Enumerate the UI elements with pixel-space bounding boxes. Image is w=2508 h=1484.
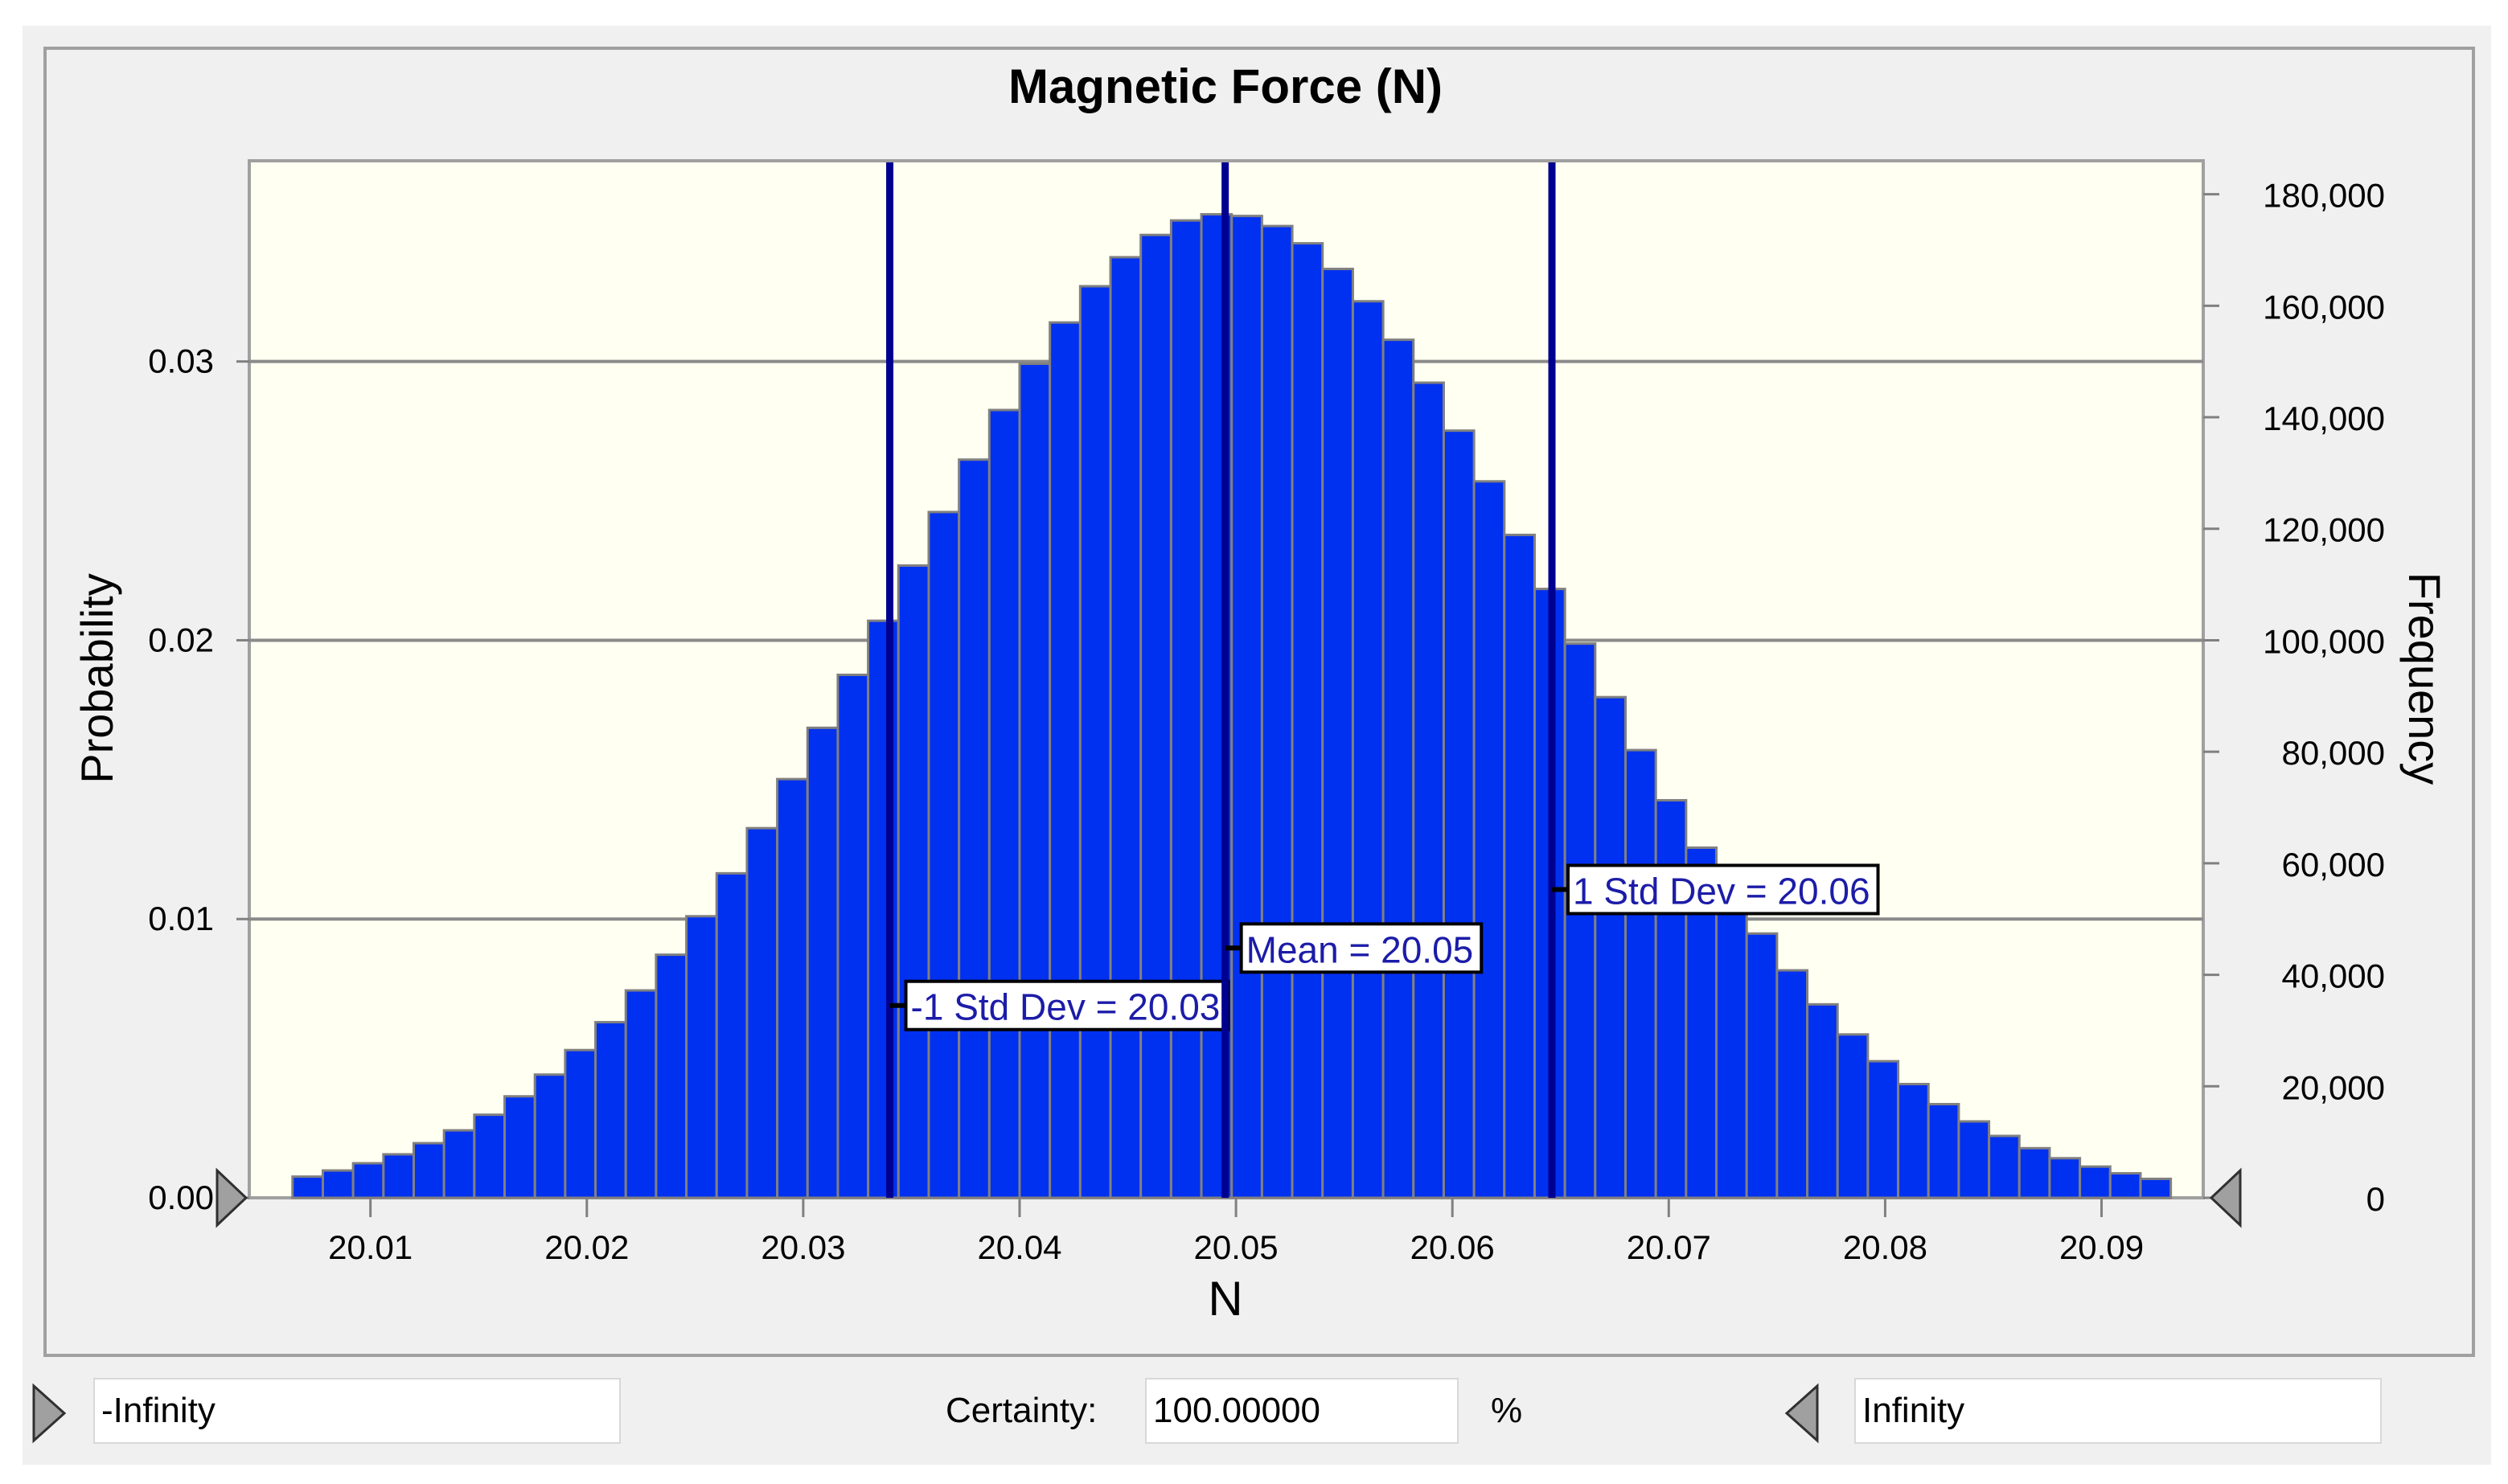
histogram-bar xyxy=(1656,801,1686,1199)
histogram-bar xyxy=(989,410,1020,1198)
histogram-bar xyxy=(565,1050,596,1198)
x-tick-label: 20.06 xyxy=(1410,1228,1495,1266)
histogram-bar xyxy=(959,460,990,1198)
right-tick-label: 0 xyxy=(2366,1180,2385,1218)
histogram-bar xyxy=(1443,431,1474,1198)
histogram-bar xyxy=(1808,1004,1838,1198)
histogram-bar xyxy=(474,1115,505,1198)
left-bound-input[interactable] xyxy=(93,1378,621,1444)
marker-label: Mean = 20.05 xyxy=(1242,924,1482,972)
certainty-input[interactable] xyxy=(1145,1378,1459,1444)
histogram-bar xyxy=(1989,1136,2020,1198)
histogram-bar xyxy=(1414,383,1444,1198)
histogram-bar xyxy=(868,621,899,1198)
histogram-bar xyxy=(1868,1061,1898,1198)
histogram-bar xyxy=(293,1177,323,1198)
histogram-bar xyxy=(1717,892,1747,1198)
histogram-bar xyxy=(353,1163,384,1198)
histogram-bar xyxy=(1565,644,1595,1198)
right-tick-label: 40,000 xyxy=(2282,957,2385,995)
histogram-bar xyxy=(838,674,868,1198)
x-tick-label: 20.08 xyxy=(1843,1228,1927,1266)
x-tick-label: 20.02 xyxy=(544,1228,629,1266)
histogram-bar xyxy=(444,1130,474,1198)
right-axis-label: Frequency xyxy=(2399,572,2450,785)
histogram-bar xyxy=(1474,482,1504,1198)
right-tick-label: 100,000 xyxy=(2263,622,2385,660)
histogram-bar xyxy=(929,512,959,1198)
histogram-bar xyxy=(626,990,656,1198)
histogram-bar xyxy=(1171,220,1201,1198)
right-tick-label: 160,000 xyxy=(2263,288,2385,326)
histogram-bar xyxy=(1232,216,1262,1198)
histogram-bar xyxy=(1777,970,1808,1198)
histogram-bar xyxy=(1292,244,1323,1198)
marker-label: -1 Std Dev = 20.03 xyxy=(906,982,1229,1030)
histogram-bar xyxy=(414,1143,445,1198)
left-tick-label: 0.02 xyxy=(148,621,214,658)
histogram-bar xyxy=(716,873,747,1198)
right-tick-label: 180,000 xyxy=(2263,177,2385,215)
histogram-bar xyxy=(505,1097,536,1198)
certainty-label: Certainty: xyxy=(946,1378,1097,1444)
histogram-bar xyxy=(2019,1148,2050,1198)
histogram-bar xyxy=(596,1023,626,1198)
left-axis-label: Probability xyxy=(72,573,122,783)
x-tick-label: 20.05 xyxy=(1194,1228,1279,1266)
percent-label: % xyxy=(1491,1378,1522,1444)
histogram-bar xyxy=(2080,1166,2111,1198)
x-axis-label: N xyxy=(1208,1272,1242,1326)
histogram-bar xyxy=(1050,322,1081,1198)
histogram-bar xyxy=(1625,750,1656,1198)
histogram-bar xyxy=(687,916,717,1198)
histogram-bar xyxy=(384,1154,414,1198)
histogram-bar xyxy=(778,779,808,1198)
histogram-bar xyxy=(1020,363,1050,1198)
histogram-bar xyxy=(1928,1104,1959,1198)
right-tick-label: 60,000 xyxy=(2282,846,2385,883)
x-tick-label: 20.01 xyxy=(328,1228,413,1266)
histogram-chart: Magnetic Force (N) -1 Std Dev = 20.03 Mea… xyxy=(0,0,2508,1484)
right-tick-label: 140,000 xyxy=(2263,400,2385,437)
histogram-bar xyxy=(322,1170,353,1198)
chart-title: Magnetic Force (N) xyxy=(1008,59,1443,113)
histogram-bar xyxy=(1959,1121,1989,1198)
histogram-bar xyxy=(1504,535,1535,1198)
x-tick-label: 20.07 xyxy=(1627,1228,1711,1266)
right-bound-input[interactable] xyxy=(1854,1378,2382,1444)
x-tick-label: 20.03 xyxy=(761,1228,845,1266)
histogram-bar xyxy=(747,828,778,1198)
marker-label-text: Mean = 20.05 xyxy=(1246,929,1474,970)
histogram-bar xyxy=(2110,1173,2141,1198)
histogram-bar xyxy=(1323,269,1353,1198)
left-tick-label: 0.01 xyxy=(148,900,214,937)
histogram-bar xyxy=(807,728,838,1198)
histogram-bar xyxy=(1080,286,1110,1198)
histogram-bar xyxy=(1353,301,1383,1198)
x-tick-label: 20.04 xyxy=(977,1228,1061,1266)
histogram-bar xyxy=(1383,340,1414,1198)
histogram-bar xyxy=(1141,235,1172,1198)
right-tick-label: 120,000 xyxy=(2263,511,2385,549)
marker-label: 1 Std Dev = 20.06 xyxy=(1568,865,1878,913)
right-tick-label: 80,000 xyxy=(2282,734,2385,772)
right-tick-label: 20,000 xyxy=(2282,1068,2385,1106)
histogram-bar xyxy=(1747,933,1777,1198)
histogram-bar xyxy=(2141,1179,2171,1198)
histogram-bar xyxy=(1898,1084,1929,1198)
histogram-bar xyxy=(535,1075,565,1198)
histogram-bar xyxy=(898,566,929,1198)
histogram-bar xyxy=(1110,257,1141,1198)
histogram-bar xyxy=(1595,697,1626,1198)
histogram-bar xyxy=(1262,226,1292,1198)
histogram-bar xyxy=(1837,1035,1868,1198)
left-tick-label: 0.00 xyxy=(148,1179,214,1216)
marker-label-text: 1 Std Dev = 20.06 xyxy=(1573,870,1870,912)
marker-label-text: -1 Std Dev = 20.03 xyxy=(911,986,1221,1028)
left-tick-label: 0.03 xyxy=(148,342,214,380)
histogram-bar xyxy=(656,955,687,1198)
x-tick-label: 20.09 xyxy=(2059,1228,2144,1266)
histogram-bar xyxy=(2050,1158,2080,1198)
